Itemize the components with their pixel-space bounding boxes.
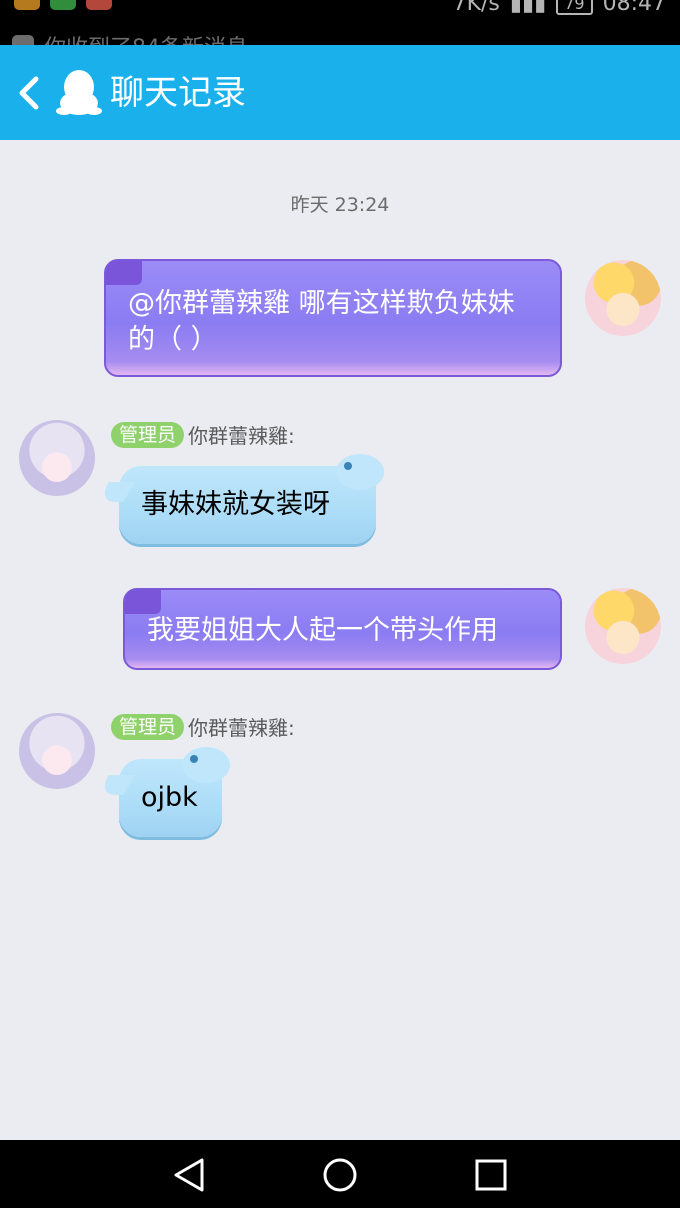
page-title: 聊天记录: [110, 73, 246, 113]
status-bar: 7K/s ▮▮▮ 79 08:47 你收到了84条新消息: [0, 0, 680, 45]
message-bubble-self[interactable]: 我要姐姐大人起一个带头作用: [123, 588, 562, 670]
triangle-back-icon[interactable]: [171, 1156, 209, 1194]
bubble-ear-decoration: [336, 454, 384, 490]
notification-text: 你收到了84条新消息: [44, 30, 248, 45]
title-bar: 聊天记录: [0, 45, 680, 140]
signal-icon: ▮▮▮: [509, 0, 547, 16]
bubble-tab-decoration: [125, 590, 161, 614]
message-text: 我要姐姐大人起一个带头作用: [147, 615, 498, 646]
admin-badge: 管理员: [111, 421, 185, 448]
message-text: @你群蕾辣雞 哪有这样欺负妹妹的（ ）: [128, 288, 515, 355]
chevron-left-icon[interactable]: [12, 73, 48, 113]
status-app-icons: [14, 0, 112, 10]
sender-label: 管理员 你群蕾辣雞:: [111, 712, 295, 741]
status-right: 7K/s ▮▮▮ 79 08:47: [453, 0, 666, 16]
bubble-tail: [97, 775, 135, 795]
sender-avatar[interactable]: [19, 420, 95, 496]
sender-name[interactable]: 你群蕾辣雞:: [188, 712, 295, 741]
self-avatar[interactable]: [585, 588, 661, 664]
sender-label: 管理员 你群蕾辣雞:: [111, 420, 295, 449]
message-timestamp: 昨天 23:24: [290, 194, 390, 216]
network-speed: 7K/s: [452, 0, 500, 16]
admin-badge: 管理员: [111, 713, 185, 740]
qq-penguin-icon: [56, 70, 102, 115]
bubble-ear-decoration: [182, 747, 230, 783]
self-avatar[interactable]: [585, 260, 661, 336]
app-notification-icon: [86, 0, 112, 10]
circle-home-icon[interactable]: [321, 1156, 359, 1194]
message-bubble-other[interactable]: 事妹妹就女装呀: [97, 454, 384, 544]
sender-name[interactable]: 你群蕾辣雞:: [188, 420, 295, 449]
message-bubble-other[interactable]: ojbk: [97, 747, 230, 837]
bubble-eye-decoration: [190, 755, 198, 763]
qq-notification-icon: [12, 35, 34, 45]
bubble-tail: [97, 482, 135, 502]
clock: 08:47: [602, 0, 666, 16]
bubble-eye-decoration: [344, 462, 352, 470]
square-recents-icon[interactable]: [472, 1156, 510, 1194]
battery-level: 79: [556, 0, 593, 15]
wechat-icon: [50, 0, 76, 10]
message-text: ojbk: [141, 782, 198, 813]
navigation-bar: [0, 1140, 680, 1208]
message-text: 事妹妹就女装呀: [141, 489, 330, 520]
app-notification-icon: [14, 0, 40, 10]
message-bubble-self[interactable]: @你群蕾辣雞 哪有这样欺负妹妹的（ ）: [104, 259, 562, 377]
sender-avatar[interactable]: [19, 713, 95, 789]
notification-ticker: 你收到了84条新消息: [12, 30, 248, 45]
bubble-tab-decoration: [106, 261, 142, 285]
